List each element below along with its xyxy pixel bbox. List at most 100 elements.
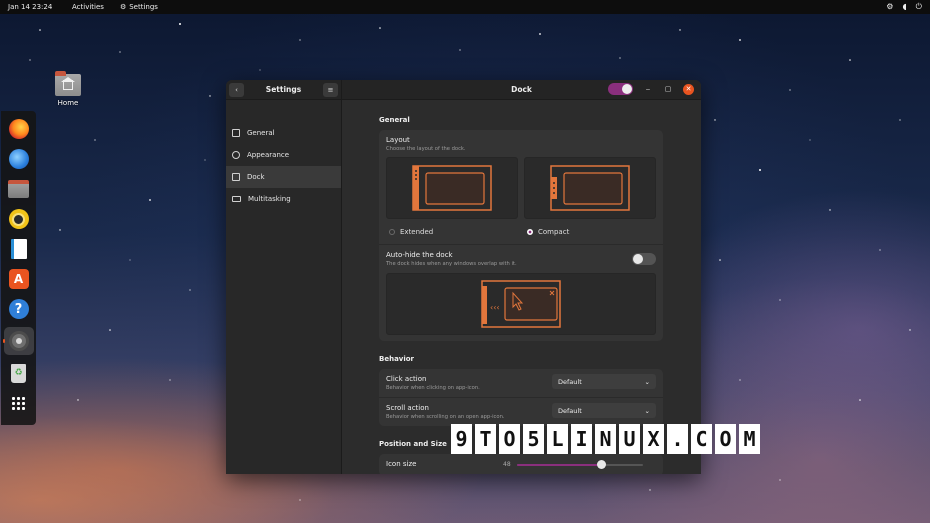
dock-rhythmbox[interactable] — [7, 207, 31, 231]
volume-icon[interactable]: ◖ — [902, 2, 906, 12]
content-pane: General Layout Choose the layout of the … — [342, 100, 701, 474]
dock-enable-toggle[interactable] — [608, 83, 633, 95]
layout-option-extended[interactable]: Extended — [386, 157, 518, 238]
watermark-char: X — [643, 424, 664, 454]
rhythmbox-icon — [8, 209, 29, 229]
watermark-char: 5 — [523, 424, 544, 454]
desktop-home-icon[interactable]: Home — [54, 71, 82, 107]
activities-button[interactable]: Activities — [72, 3, 104, 11]
autohide-title: Auto-hide the dock — [386, 251, 453, 259]
chevron-down-icon: ⌄ — [644, 377, 650, 386]
page-title: Dock — [511, 85, 532, 94]
extended-layout-illustration — [412, 165, 492, 211]
minimize-button[interactable]: ‒ — [643, 85, 653, 93]
dock-icon — [232, 173, 240, 181]
autohide-subtitle: The dock hides when any windows overlap … — [386, 261, 517, 267]
slider-fill — [517, 464, 602, 466]
scroll-action-value: Default — [558, 406, 582, 415]
watermark-char: N — [595, 424, 616, 454]
watermark-logo: 9TO5LINUX.COM — [451, 424, 760, 454]
section-behavior-heading: Behavior — [379, 355, 415, 363]
option-label-compact: Compact — [538, 228, 570, 236]
layout-subtitle: Choose the layout of the dock. — [386, 146, 466, 152]
radio-compact[interactable] — [527, 229, 533, 235]
dock-show-apps[interactable] — [7, 391, 31, 415]
sidebar-item-label: Dock — [247, 173, 265, 181]
chevron-down-icon: ⌄ — [644, 406, 650, 415]
behavior-card: Click action Behavior when clicking on a… — [379, 369, 663, 426]
compact-preview — [524, 157, 656, 219]
radio-extended[interactable] — [389, 229, 395, 235]
power-icon[interactable]: ⏻ — [916, 2, 922, 12]
watermark-char: I — [571, 424, 592, 454]
maximize-button[interactable]: ▢ — [663, 85, 673, 93]
autohide-preview: ‹‹‹ — [386, 273, 656, 335]
writer-icon — [10, 239, 27, 259]
appearance-icon — [232, 151, 240, 159]
clock[interactable]: Jan 14 23:24 — [8, 3, 68, 11]
dock-writer[interactable] — [7, 237, 31, 261]
watermark-char: L — [547, 424, 568, 454]
home-folder-icon — [55, 71, 81, 96]
dock-firefox[interactable] — [7, 117, 31, 141]
click-action-dropdown[interactable]: Default ⌄ — [552, 374, 656, 389]
system-tray[interactable]: ⚙ ◖ ⏻ — [886, 2, 922, 12]
dock-settings[interactable] — [2, 327, 34, 355]
app-menu-label: Settings — [129, 3, 158, 11]
watermark-char: . — [667, 424, 688, 454]
dock-thunderbird[interactable] — [7, 147, 31, 171]
settings-window: ‹ Settings ≡ Dock ‒ ▢ ✕ General Appearan… — [226, 80, 701, 474]
watermark-char: 9 — [451, 424, 472, 454]
option-label-extended: Extended — [400, 228, 434, 236]
sidebar-item-general[interactable]: General — [226, 122, 341, 144]
watermark-char: M — [739, 424, 760, 454]
autohide-row: Auto-hide the dock The dock hides when a… — [379, 245, 663, 341]
watermark-char: T — [475, 424, 496, 454]
sidebar-item-dock[interactable]: Dock — [226, 166, 341, 188]
menu-button[interactable]: ≡ — [323, 82, 338, 97]
click-action-value: Default — [558, 377, 582, 386]
files-icon — [8, 180, 29, 198]
slider-knob[interactable] — [596, 460, 606, 469]
watermark-char: C — [691, 424, 712, 454]
autohide-arrows: ‹‹‹ — [490, 303, 500, 312]
layout-title: Layout — [386, 136, 410, 144]
title-bar: ‹ Settings ≡ Dock ‒ ▢ ✕ — [226, 80, 701, 100]
sidebar-item-label: General — [247, 129, 275, 137]
sidebar-item-label: Appearance — [247, 151, 290, 159]
layout-option-compact[interactable]: Compact — [524, 157, 656, 238]
close-button[interactable]: ✕ — [683, 83, 694, 95]
help-icon: ? — [8, 299, 29, 319]
dock-help[interactable]: ? — [7, 297, 31, 321]
icon-size-slider[interactable] — [517, 460, 643, 469]
click-action-row: Click action Behavior when clicking on a… — [379, 369, 663, 398]
sidebar: General Appearance Dock Multitasking — [226, 100, 342, 474]
app-menu[interactable]: ⚙ Settings — [120, 3, 158, 11]
sidebar-item-multitasking[interactable]: Multitasking — [226, 188, 341, 210]
watermark-char: O — [715, 424, 736, 454]
software-store-icon: A — [8, 269, 29, 289]
section-general-heading: General — [379, 116, 410, 124]
icon-size-row: Icon size 48 — [379, 454, 663, 474]
settings-icon — [8, 331, 29, 351]
scroll-action-dropdown[interactable]: Default ⌄ — [552, 403, 656, 418]
network-icon[interactable]: ⚙ — [886, 2, 893, 12]
dock-software[interactable]: A — [7, 267, 31, 291]
gear-icon: ⚙ — [119, 3, 127, 11]
desktop-home-label: Home — [57, 99, 79, 107]
sidebar-item-appearance[interactable]: Appearance — [226, 144, 341, 166]
back-button[interactable]: ‹ — [229, 82, 244, 97]
compact-layout-illustration — [550, 165, 630, 211]
layout-row: Layout Choose the layout of the dock. Ex… — [379, 130, 663, 245]
dock-trash[interactable]: ♻ — [7, 361, 31, 385]
autohide-illustration: ‹‹‹ — [481, 280, 561, 328]
sidebar-item-label: Multitasking — [248, 195, 291, 203]
firefox-icon — [8, 119, 29, 139]
icon-size-value: 48 — [503, 461, 511, 468]
dock-files[interactable] — [7, 177, 31, 201]
position-card: Icon size 48 — [379, 454, 663, 474]
sidebar-title: Settings — [265, 85, 302, 94]
autohide-switch[interactable] — [632, 253, 656, 265]
watermark-char: U — [619, 424, 640, 454]
thunderbird-icon — [8, 149, 29, 169]
